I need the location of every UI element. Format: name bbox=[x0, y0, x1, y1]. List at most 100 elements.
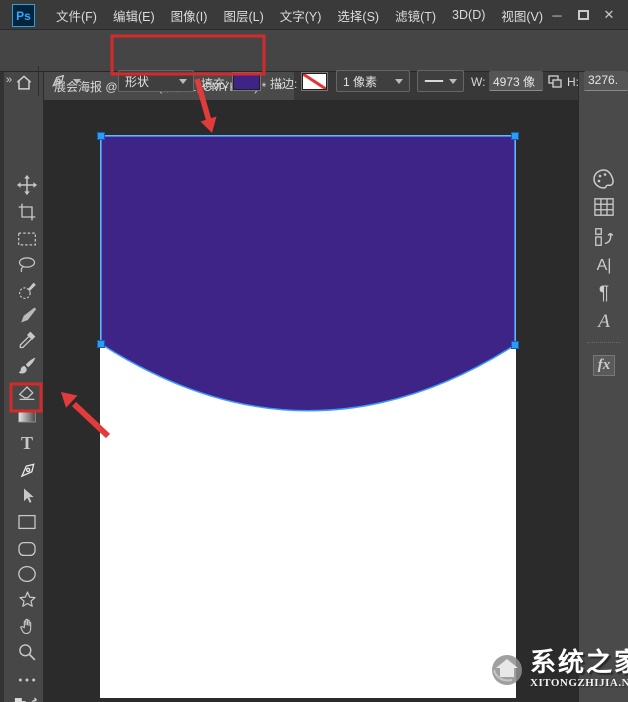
rounded-rectangle-icon bbox=[17, 541, 37, 557]
brush-icon bbox=[17, 356, 37, 376]
rectangle-icon bbox=[17, 514, 37, 530]
window-controls: ─ ✕ bbox=[544, 0, 622, 30]
lasso-icon bbox=[17, 255, 37, 275]
menu-type[interactable]: 文字(Y) bbox=[272, 6, 330, 25]
marquee-icon bbox=[17, 230, 37, 248]
pen-tool[interactable] bbox=[13, 457, 41, 483]
character-icon: A| bbox=[597, 257, 612, 275]
pen-icon bbox=[17, 460, 38, 481]
anchor-point-bottom-left[interactable] bbox=[98, 341, 105, 348]
watermark-title: 系统之家 bbox=[530, 649, 628, 675]
ellipsis-icon bbox=[17, 676, 37, 684]
lasso-tool[interactable] bbox=[13, 252, 41, 278]
options-separator bbox=[38, 66, 39, 96]
marquee-tool[interactable] bbox=[13, 226, 41, 252]
menu-image[interactable]: 图像(I) bbox=[163, 6, 216, 25]
custom-shape-tool[interactable] bbox=[13, 587, 41, 613]
eyedropper-tool[interactable] bbox=[13, 327, 41, 353]
height-label: H: bbox=[567, 75, 579, 89]
selection-arrow-icon bbox=[18, 486, 36, 506]
libraries-icon bbox=[593, 226, 615, 248]
options-bar: 形状 填充: 描边: 1 像素 W: 4973 像 H: 3276. bbox=[0, 30, 628, 72]
swatches-panel-button[interactable] bbox=[590, 194, 618, 220]
more-tools-button[interactable] bbox=[13, 667, 41, 693]
maximize-button[interactable] bbox=[570, 4, 596, 26]
tool-preset-picker[interactable] bbox=[48, 71, 81, 91]
home-button[interactable] bbox=[10, 70, 38, 96]
menu-3d[interactable]: 3D(D) bbox=[444, 8, 493, 22]
shape-width-input[interactable]: 4973 像 bbox=[489, 71, 543, 91]
color-panel-button[interactable] bbox=[590, 166, 618, 192]
rectangle-tool[interactable] bbox=[13, 509, 41, 535]
stroke-width-value: 1 像素 bbox=[343, 73, 390, 90]
path-select-tool[interactable] bbox=[13, 483, 41, 509]
fill-label: 填充: bbox=[201, 75, 228, 92]
menu-layer[interactable]: 图层(L) bbox=[215, 6, 271, 25]
type-tool[interactable]: T bbox=[13, 430, 41, 456]
menu-edit[interactable]: 编辑(E) bbox=[105, 6, 163, 25]
panel-separator bbox=[587, 342, 621, 343]
stroke-color-swatch[interactable] bbox=[302, 73, 327, 90]
hand-icon bbox=[18, 616, 37, 636]
menu-filter[interactable]: 滤镜(T) bbox=[387, 6, 444, 25]
menu-select[interactable]: 选择(S) bbox=[329, 6, 387, 25]
hand-tool[interactable] bbox=[13, 613, 41, 639]
ellipse-icon bbox=[17, 565, 37, 583]
tool-mode-value: 形状 bbox=[125, 73, 174, 90]
watermark-logo-icon bbox=[490, 646, 528, 692]
link-dimensions-toggle[interactable] bbox=[548, 75, 562, 93]
pen-icon bbox=[48, 71, 68, 91]
watermark: 系统之家 XITONGZHIJIA.NET bbox=[490, 646, 628, 692]
effects-panel-button[interactable]: fx bbox=[590, 352, 618, 378]
ellipse-tool[interactable] bbox=[13, 561, 41, 587]
healing-brush-icon bbox=[17, 305, 37, 325]
crop-icon bbox=[17, 202, 37, 222]
menu-view[interactable]: 视图(V) bbox=[493, 6, 551, 25]
libraries-panel-button[interactable] bbox=[590, 224, 618, 250]
glyphs-icon: A bbox=[598, 311, 610, 333]
link-icon bbox=[548, 75, 562, 88]
glyphs-panel-button[interactable]: A bbox=[590, 309, 618, 335]
fx-icon: fx bbox=[593, 355, 616, 376]
rounded-rectangle-tool[interactable] bbox=[13, 536, 41, 562]
healing-brush-tool[interactable] bbox=[13, 302, 41, 328]
close-button[interactable]: ✕ bbox=[596, 4, 622, 26]
panel-dock: « A| ¶ A fx bbox=[578, 72, 628, 702]
quick-select-icon bbox=[17, 280, 38, 301]
eraser-icon bbox=[17, 383, 37, 401]
eyedropper-icon bbox=[17, 330, 37, 350]
gradient-tool[interactable] bbox=[13, 404, 41, 430]
move-tool[interactable] bbox=[13, 172, 41, 198]
swap-colors-icon bbox=[14, 697, 40, 702]
chevron-down-icon bbox=[73, 79, 81, 84]
shape-layer bbox=[100, 135, 516, 698]
stroke-style-dropdown[interactable] bbox=[417, 70, 464, 92]
anchor-point-top-right[interactable] bbox=[512, 133, 519, 140]
anchor-point-bottom-right[interactable] bbox=[512, 342, 519, 349]
default-swap-colors[interactable] bbox=[13, 692, 41, 702]
zoom-tool[interactable] bbox=[13, 639, 41, 665]
move-icon bbox=[16, 174, 38, 196]
swatches-grid-icon bbox=[593, 197, 615, 217]
tool-mode-dropdown[interactable]: 形状 bbox=[118, 70, 194, 92]
purple-shape[interactable] bbox=[101, 136, 515, 411]
anchor-point-top-left[interactable] bbox=[98, 133, 105, 140]
type-tool-icon: T bbox=[21, 433, 33, 454]
magnifier-icon bbox=[17, 642, 37, 662]
quick-select-tool[interactable] bbox=[13, 277, 41, 303]
eraser-tool[interactable] bbox=[13, 379, 41, 405]
shape-height-input[interactable]: 3276. bbox=[584, 71, 628, 91]
menu-file[interactable]: 文件(F) bbox=[48, 6, 105, 25]
stroke-width-dropdown[interactable]: 1 像素 bbox=[336, 70, 410, 92]
tools-panel: » T bbox=[0, 72, 44, 702]
crop-tool[interactable] bbox=[13, 199, 41, 225]
character-panel-button[interactable]: A| bbox=[590, 253, 618, 279]
document-canvas[interactable] bbox=[100, 135, 516, 698]
chevron-down-icon bbox=[449, 79, 457, 84]
brush-tool[interactable] bbox=[13, 353, 41, 379]
fill-color-swatch[interactable] bbox=[233, 73, 260, 90]
home-icon bbox=[14, 73, 34, 93]
minimize-button[interactable]: ─ bbox=[544, 4, 570, 26]
paragraph-panel-button[interactable]: ¶ bbox=[590, 281, 618, 307]
paragraph-icon: ¶ bbox=[599, 283, 609, 305]
